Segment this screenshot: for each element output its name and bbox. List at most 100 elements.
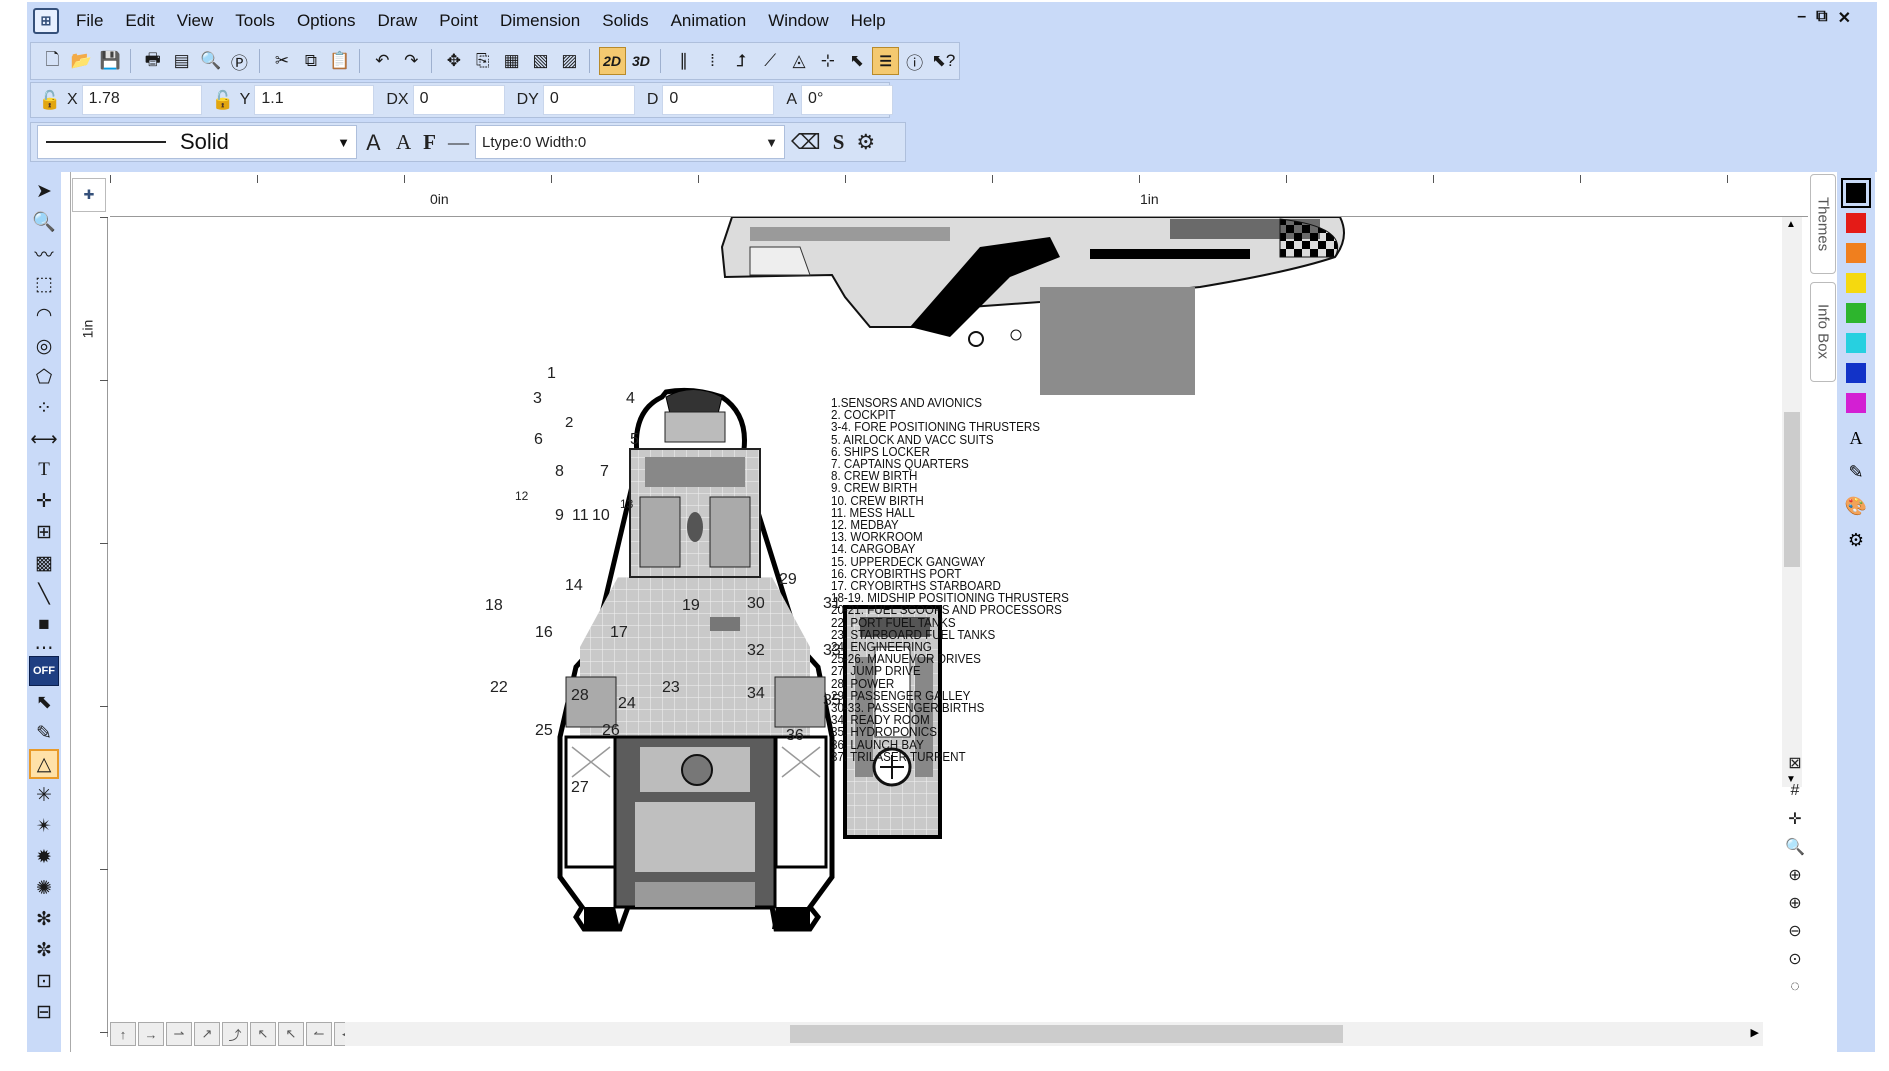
zoom-icon[interactable]: 🔍: [29, 207, 59, 237]
snap-mode-icon[interactable]: △: [29, 749, 59, 779]
swatch-yellow[interactable]: [1846, 273, 1866, 293]
menu-view[interactable]: View: [166, 2, 225, 40]
mirror-icon[interactable]: ◬: [786, 47, 813, 75]
arc-icon[interactable]: ◠: [29, 300, 59, 330]
menu-point[interactable]: Point: [428, 2, 489, 40]
snap-diag-icon[interactable]: ↗: [194, 1022, 220, 1046]
vertical-scrollbar[interactable]: ▲ ▼: [1782, 217, 1802, 787]
insert-icon[interactable]: ⎘: [469, 47, 496, 75]
dy-input[interactable]: 0: [542, 85, 635, 115]
menu-tools[interactable]: Tools: [224, 2, 286, 40]
zoom-window-icon[interactable]: 🔍: [1784, 836, 1806, 858]
save-icon[interactable]: 💾: [97, 47, 124, 75]
circle-icon[interactable]: ◎: [29, 331, 59, 361]
snap-left-low-icon[interactable]: ↼: [306, 1022, 332, 1046]
select-arrow-icon[interactable]: ➤: [29, 176, 59, 206]
horizontal-scrollbar[interactable]: ▶: [345, 1022, 1763, 1046]
swatch-magenta[interactable]: [1846, 393, 1866, 413]
menu-edit[interactable]: Edit: [114, 2, 165, 40]
array-icon[interactable]: ⁘: [29, 393, 59, 423]
swatch-cyan[interactable]: [1846, 333, 1866, 353]
trim-icon[interactable]: ⮥: [728, 47, 755, 75]
swatch-black[interactable]: [1841, 178, 1871, 208]
snap-center-icon[interactable]: ✻: [29, 904, 59, 934]
snap-crosshair-icon[interactable]: ✛: [1784, 808, 1806, 830]
snap-tangent-icon[interactable]: ✼: [29, 935, 59, 965]
minimize-icon[interactable]: –: [1797, 8, 1806, 28]
new-file-icon[interactable]: 🗋: [39, 47, 66, 75]
snap-midpoint-icon[interactable]: ✹: [29, 842, 59, 872]
pan-icon[interactable]: ✥: [441, 47, 468, 75]
zoom-extents-icon[interactable]: ◌: [1784, 976, 1806, 998]
tab-info-box[interactable]: Info Box: [1810, 282, 1836, 382]
snap-diag-low-icon[interactable]: ⇀: [166, 1022, 192, 1046]
lock-y-icon[interactable]: 🔓: [210, 87, 236, 113]
snap-nearest-icon[interactable]: ⊟: [29, 997, 59, 1027]
chevron-down-icon[interactable]: ▼: [337, 135, 350, 150]
line-type-select[interactable]: Ltype:0 Width:0 ▼: [475, 125, 785, 159]
menu-solids[interactable]: Solids: [591, 2, 659, 40]
print-setup-icon[interactable]: ▤: [168, 47, 195, 75]
fill-icon[interactable]: F: [423, 130, 436, 155]
snap-diag-back-low-icon[interactable]: ↖: [278, 1022, 304, 1046]
mode-2d-button[interactable]: 2D: [598, 47, 626, 75]
print-icon[interactable]: 🖶: [139, 47, 166, 75]
scroll-up-icon[interactable]: ▲: [1786, 219, 1796, 230]
close-view-icon[interactable]: ⊠: [1784, 752, 1806, 774]
scroll-right-icon[interactable]: ▶: [1751, 1026, 1759, 1039]
app-icon[interactable]: ⊞: [33, 8, 59, 34]
line-style-select[interactable]: Solid ▼: [37, 125, 357, 159]
node-edit-icon[interactable]: ⊹: [814, 47, 841, 75]
menu-draw[interactable]: Draw: [367, 2, 429, 40]
horizontal-scroll-thumb[interactable]: [790, 1025, 1343, 1043]
text-tool-icon[interactable]: T: [29, 455, 59, 485]
restore-icon[interactable]: ⧉: [1816, 8, 1827, 28]
print-preview-icon[interactable]: 🔍: [197, 47, 224, 75]
close-icon[interactable]: ✕: [1838, 8, 1851, 28]
tab-themes[interactable]: Themes: [1810, 174, 1836, 274]
freehand-icon[interactable]: 〰: [29, 238, 59, 268]
snap-diag-steep-icon[interactable]: ⤴: [222, 1022, 248, 1046]
distance-input[interactable]: 0: [662, 85, 775, 115]
swatch-orange[interactable]: [1846, 243, 1866, 263]
x-coordinate-input[interactable]: 1.78: [81, 85, 202, 115]
grid-lines-icon[interactable]: ⁞: [699, 47, 726, 75]
menu-file[interactable]: File: [65, 2, 114, 40]
vertical-scroll-thumb[interactable]: [1784, 412, 1800, 567]
snap-endpoint-icon[interactable]: ✴: [29, 811, 59, 841]
y-coordinate-input[interactable]: 1.1: [254, 85, 375, 115]
connector-icon[interactable]: ⊞: [29, 517, 59, 547]
zoom-all-icon[interactable]: ⊕: [1784, 864, 1806, 886]
fill-color-icon[interactable]: ■: [29, 610, 59, 640]
layers-icon[interactable]: ▦: [498, 47, 525, 75]
mode-3d-button[interactable]: 3D: [628, 47, 655, 75]
line-icon[interactable]: ╲: [29, 579, 59, 609]
dimension-icon[interactable]: ⟷: [29, 424, 59, 454]
crosshair-icon[interactable]: ✛: [29, 486, 59, 516]
swatch-green[interactable]: [1846, 303, 1866, 323]
grid-icon[interactable]: #: [1784, 780, 1806, 802]
zoom-in-icon[interactable]: ⊕: [1784, 892, 1806, 914]
snap-off-button[interactable]: OFF: [29, 656, 59, 686]
text-font-icon[interactable]: A: [396, 130, 411, 155]
menu-help[interactable]: Help: [840, 2, 897, 40]
magic-wand-icon[interactable]: ✎: [29, 718, 59, 748]
menu-options[interactable]: Options: [286, 2, 367, 40]
undo-icon[interactable]: ↶: [369, 47, 396, 75]
palette-icon[interactable]: 🎨: [1842, 492, 1870, 520]
copy-icon[interactable]: ⧉: [297, 47, 324, 75]
swatch-blue[interactable]: [1846, 363, 1866, 383]
snap-perpendicular-icon[interactable]: ⊡: [29, 966, 59, 996]
menu-animation[interactable]: Animation: [660, 2, 758, 40]
text-style-icon[interactable]: Ａ: [363, 127, 384, 157]
snap-intersection-icon[interactable]: ✺: [29, 873, 59, 903]
open-folder-icon[interactable]: 📂: [68, 47, 95, 75]
properties-icon[interactable]: ☰: [872, 47, 900, 75]
menu-dimension[interactable]: Dimension: [489, 2, 591, 40]
lock-x-icon[interactable]: 🔓: [37, 87, 63, 113]
snap-diag-back-icon[interactable]: ↖: [250, 1022, 276, 1046]
group-icon[interactable]: ▨: [556, 47, 583, 75]
snap-up-icon[interactable]: ↑: [110, 1022, 136, 1046]
color-settings-icon[interactable]: ⚙: [1842, 526, 1870, 554]
ruler-corner-icon[interactable]: ✚: [72, 178, 106, 212]
